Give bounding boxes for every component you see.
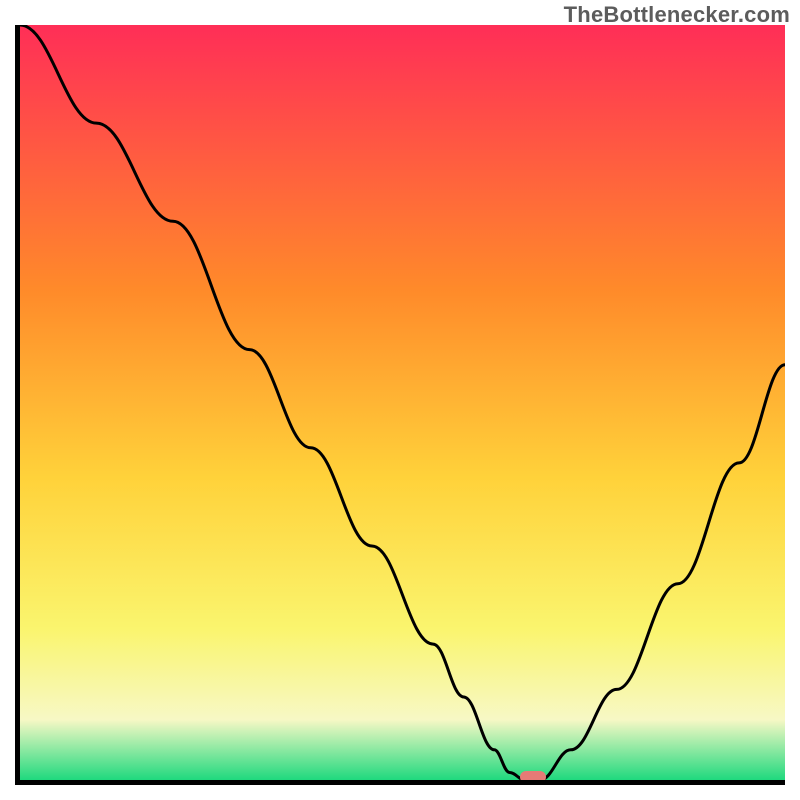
bottleneck-curve xyxy=(20,25,785,780)
plot-area xyxy=(15,25,785,785)
optimal-point-marker xyxy=(520,771,546,783)
chart-container: TheBottlenecker.com xyxy=(0,0,800,800)
watermark-text: TheBottlenecker.com xyxy=(564,2,790,28)
